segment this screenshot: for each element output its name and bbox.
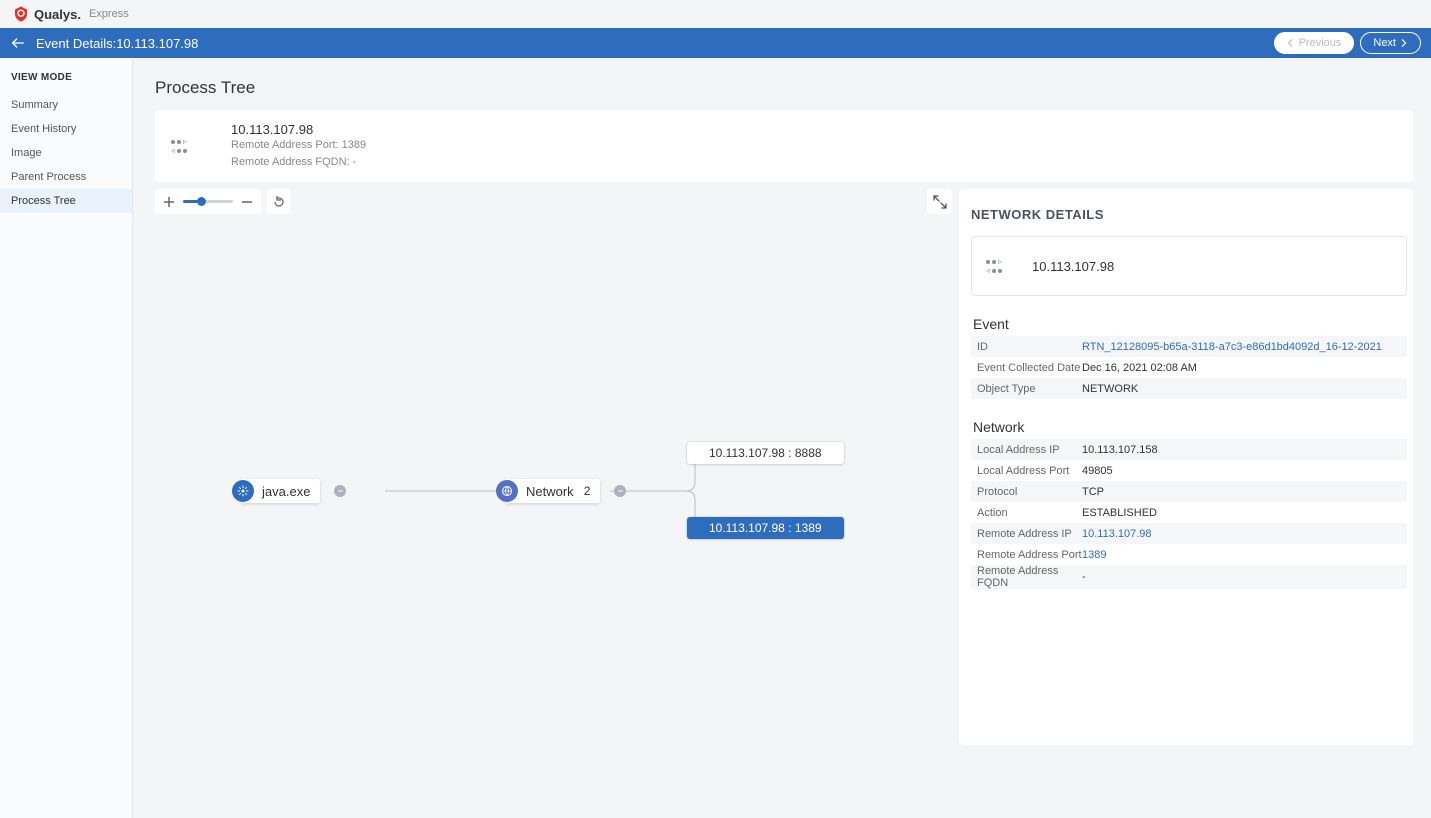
prev-label: Previous bbox=[1299, 37, 1342, 49]
sidebar-item-process-tree[interactable]: Process Tree bbox=[0, 189, 132, 213]
banner-fqdn-value: - bbox=[353, 156, 357, 168]
kv-key: Remote Address FQDN bbox=[977, 565, 1082, 589]
banner-text: 10.113.107.98 Remote Address Port: 1389 … bbox=[231, 122, 366, 170]
kv-val: NETWORK bbox=[1082, 383, 1138, 395]
root-label: java.exe bbox=[262, 484, 310, 499]
kv-key: Event Collected Date bbox=[977, 362, 1082, 374]
sidebar-item-image[interactable]: Image bbox=[0, 141, 132, 165]
kv-key: Protocol bbox=[977, 486, 1082, 498]
kv-key: ID bbox=[977, 341, 1082, 353]
page-title-header: Event Details:10.113.107.98 bbox=[36, 36, 198, 51]
event-id-link[interactable]: RTN_12128095-b65a-3118-a7c3-e86d1bd4092d… bbox=[1082, 341, 1382, 353]
kv-val: - bbox=[1082, 571, 1086, 583]
zoom-controls bbox=[155, 189, 261, 214]
kv-key: Local Address Port bbox=[977, 465, 1082, 477]
process-tree-canvas[interactable]: java.exe − Network 2 − 10.1 bbox=[155, 189, 952, 818]
zoom-in-icon[interactable] bbox=[163, 196, 175, 208]
sidebar-title: VIEW MODE bbox=[0, 72, 132, 93]
zoom-out-icon[interactable] bbox=[241, 196, 253, 208]
event-section-heading: Event bbox=[973, 316, 1407, 332]
chevron-left-icon bbox=[1287, 39, 1295, 47]
info-banner: ▹ ◃ 10.113.107.98 Remote Address Port: 1… bbox=[155, 110, 1413, 182]
kv-val: Dec 16, 2021 02:08 AM bbox=[1082, 362, 1197, 374]
tree-node-group[interactable]: Network 2 − bbox=[504, 479, 626, 503]
remote-ip-link[interactable]: 10.113.107.98 bbox=[1082, 528, 1152, 540]
banner-ip: 10.113.107.98 bbox=[231, 122, 366, 137]
network-icon: ▹ ◃ bbox=[986, 249, 1016, 283]
details-panel: NETWORK DETAILS ▹ ◃ 10.113.107.98 Event … bbox=[959, 189, 1413, 745]
brand-name: Qualys. bbox=[34, 7, 81, 22]
tree-leaf-1[interactable]: 10.113.107.98 : 8888 bbox=[687, 442, 844, 464]
group-count: 2 bbox=[584, 484, 591, 498]
page-title: Process Tree bbox=[155, 78, 1413, 98]
network-section-heading: Network bbox=[973, 419, 1407, 435]
group-label: Network bbox=[526, 484, 574, 499]
header-title-prefix: Event Details: bbox=[36, 36, 116, 51]
kv-key: Local Address IP bbox=[977, 444, 1082, 456]
brand-bar: Qualys. Express bbox=[0, 0, 1431, 28]
details-title: NETWORK DETAILS bbox=[971, 207, 1407, 222]
network-group-icon bbox=[496, 480, 518, 502]
zoom-reset[interactable] bbox=[267, 189, 291, 214]
network-table: Local Address IP10.113.107.158 Local Add… bbox=[971, 439, 1407, 589]
tree-node-root[interactable]: java.exe − bbox=[240, 479, 346, 503]
brand-logo: Qualys. Express bbox=[12, 5, 129, 23]
tree-leaf-2[interactable]: 10.113.107.98 : 1389 bbox=[687, 517, 844, 539]
kv-key: Remote Address IP bbox=[977, 528, 1082, 540]
page-header: Event Details:10.113.107.98 Previous Nex… bbox=[0, 28, 1431, 58]
chevron-right-icon bbox=[1400, 39, 1408, 47]
back-arrow-icon[interactable] bbox=[10, 35, 26, 51]
sidebar: VIEW MODE Summary Event History Image Pa… bbox=[0, 58, 133, 818]
remote-port-link[interactable]: 1389 bbox=[1082, 549, 1106, 561]
brand-product: Express bbox=[89, 8, 129, 20]
event-table: IDRTN_12128095-b65a-3118-a7c3-e86d1bd409… bbox=[971, 336, 1407, 399]
zoom-slider[interactable] bbox=[183, 200, 233, 203]
kv-val: 10.113.107.158 bbox=[1082, 444, 1158, 456]
collapse-toggle[interactable]: − bbox=[334, 485, 346, 497]
kv-val: 49805 bbox=[1082, 465, 1113, 477]
refresh-icon bbox=[273, 196, 285, 208]
qualys-shield-icon bbox=[12, 5, 30, 23]
network-icon: ▹ ◃ bbox=[171, 129, 215, 163]
header-title-ip: 10.113.107.98 bbox=[116, 36, 198, 51]
sidebar-item-summary[interactable]: Summary bbox=[0, 93, 132, 117]
collapse-toggle[interactable]: − bbox=[614, 485, 626, 497]
banner-port-label: Remote Address Port: bbox=[231, 139, 339, 151]
sidebar-item-event-history[interactable]: Event History bbox=[0, 117, 132, 141]
kv-val: ESTABLISHED bbox=[1082, 507, 1157, 519]
expand-icon bbox=[933, 195, 947, 209]
kv-key: Remote Address Port bbox=[977, 549, 1082, 561]
kv-key: Object Type bbox=[977, 383, 1082, 395]
banner-port-value: 1389 bbox=[342, 139, 366, 151]
banner-fqdn-label: Remote Address FQDN: bbox=[231, 156, 350, 168]
details-ip: 10.113.107.98 bbox=[1032, 259, 1114, 274]
next-button[interactable]: Next bbox=[1360, 32, 1421, 54]
fullscreen-button[interactable] bbox=[927, 189, 952, 214]
previous-button[interactable]: Previous bbox=[1274, 32, 1355, 54]
gear-icon bbox=[232, 480, 254, 502]
kv-val: TCP bbox=[1082, 486, 1104, 498]
kv-key: Action bbox=[977, 507, 1082, 519]
next-label: Next bbox=[1373, 37, 1396, 49]
sidebar-item-parent-process[interactable]: Parent Process bbox=[0, 165, 132, 189]
details-ip-card: ▹ ◃ 10.113.107.98 bbox=[971, 236, 1407, 296]
